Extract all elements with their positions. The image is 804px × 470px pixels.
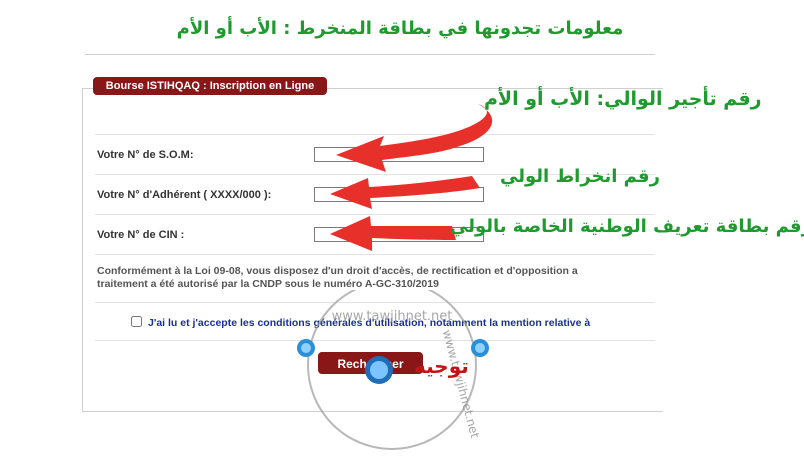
annotation-som: رقم تأجير الوالي: الأب أو الأم [484,88,762,110]
annotation-cin: رقم بطاقة تعريف الوطنية الخاصة بالولي [450,216,804,237]
watermark-label: توجيه [414,354,469,378]
arrow-cin-icon [330,216,456,251]
watermark-logo-icon: www.tawjihnet.net www.tawjihnet.net [297,290,489,450]
svg-text:www.tawjihnet.net: www.tawjihnet.net [332,309,453,324]
arrow-som-icon [336,104,493,172]
annotation-adherent: رقم انخراط الولي [500,166,660,187]
arrow-adherent-icon [330,176,480,209]
